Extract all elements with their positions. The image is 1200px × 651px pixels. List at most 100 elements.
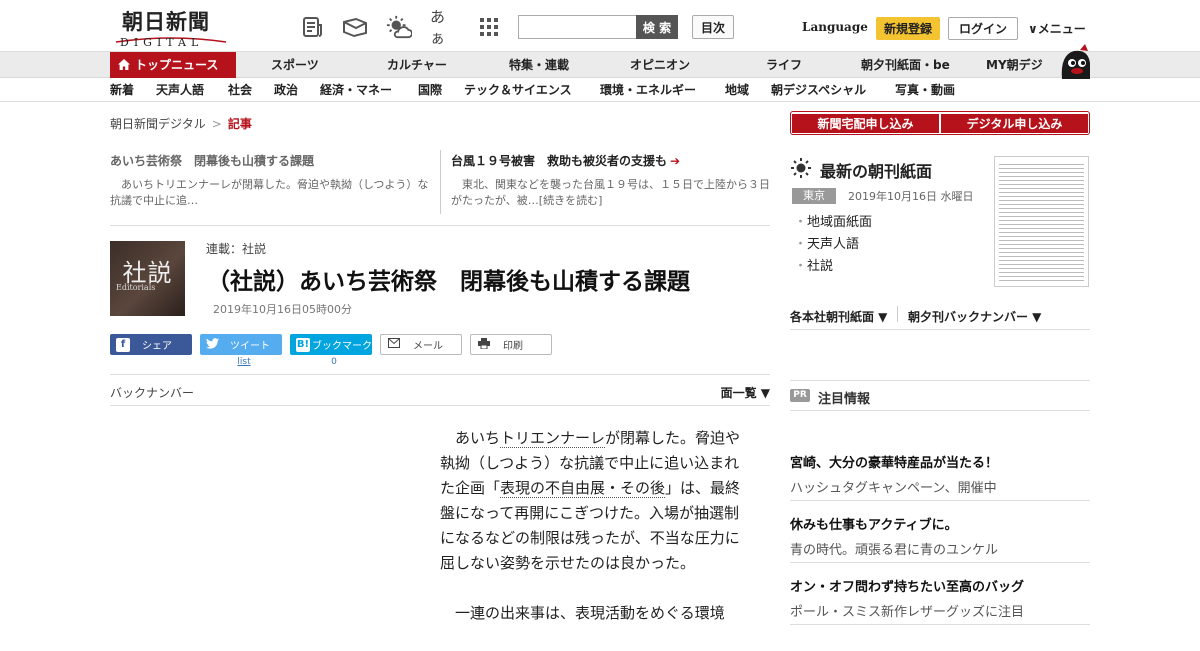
breadcrumb-current: 記事 <box>227 117 252 131</box>
login-button[interactable]: ログイン <box>948 17 1018 40</box>
nav2-item[interactable]: 朝デジスペシャル <box>771 79 866 102</box>
sun-icon <box>791 158 811 178</box>
twitter-count[interactable]: list <box>224 357 264 367</box>
nav2-item[interactable]: テック＆サイエンス <box>464 79 572 102</box>
divider <box>790 380 1090 381</box>
backnumber-dropdown[interactable]: 朝夕刊バックナンバー ▼ <box>908 308 1041 325</box>
related-article[interactable]: あいち芸術祭 閉幕後も山積する課題 あいちトリエンナーレが閉幕した。脅迫や執拗（… <box>110 152 430 209</box>
newspaper-icon[interactable] <box>300 14 326 40</box>
search-input[interactable] <box>518 15 636 39</box>
related-summary: あいちトリエンナーレが閉幕した。脅迫や執拗（しつよう）な抗議で中止に追… <box>110 178 429 207</box>
facebook-icon: f <box>116 337 130 352</box>
breadcrumb: 朝日新聞デジタル > 記事 <box>110 115 252 132</box>
facebook-share-button[interactable]: f シェア <box>110 334 192 355</box>
nav-item-sports[interactable]: スポーツ <box>271 52 319 78</box>
nav2-item[interactable]: 国際 <box>418 79 442 102</box>
related-title[interactable]: 台風１９号被害 救助も被災者の支援も ➔ <box>451 152 771 169</box>
pr-section-title: 注目情報 <box>818 392 871 407</box>
edition-link[interactable]: 社説 <box>794 256 872 278</box>
ad-title[interactable]: 宮崎、大分の豪華特産品が当たる！ <box>790 452 1090 471</box>
edition-date: 2019年10月16日 水曜日 <box>848 190 974 203</box>
primary-nav: トップニュース スポーツ カルチャー 特集・連載 オピニオン ライフ 朝夕刊紙面… <box>0 52 1200 78</box>
nav2-item[interactable]: 写真・動画 <box>895 79 955 102</box>
ad-item[interactable]: 休みも仕事もアクティブに。 青の時代。頑張る君に青のユンケル <box>790 514 1090 558</box>
weather-icon[interactable] <box>386 14 412 40</box>
grid-apps-icon[interactable] <box>476 14 502 40</box>
language-link[interactable]: Language <box>802 20 868 34</box>
nav2-item[interactable]: 経済・マネー <box>320 79 392 102</box>
twitter-icon <box>206 337 219 352</box>
pr-badge: PR <box>790 389 810 402</box>
article-title: （社説）あいち芸術祭 閉幕後も山積する課題 <box>207 269 690 295</box>
nav2-item[interactable]: 新着 <box>110 79 134 102</box>
nav-item-life[interactable]: ライフ <box>766 52 802 78</box>
nav-item-top-news[interactable]: トップニュース <box>110 52 236 78</box>
ad-title[interactable]: 休みも仕事もアクティブに。 <box>790 514 1090 533</box>
home-icon <box>118 53 130 79</box>
arrow-right-icon: ➔ <box>670 154 681 168</box>
nav2-item[interactable]: 天声人語 <box>156 79 204 102</box>
newspaper-thumbnail[interactable] <box>994 156 1089 287</box>
exhibition-link[interactable]: 表現の不自由展・その後 <box>500 479 666 498</box>
hatena-count[interactable]: 0 <box>314 357 354 367</box>
nav-item-label: トップニュース <box>135 58 219 72</box>
divider <box>790 410 1090 411</box>
related-title[interactable]: あいち芸術祭 閉幕後も山積する課題 <box>110 152 430 169</box>
mail-magazine-icon[interactable] <box>342 14 368 40</box>
asahi-digital-logo[interactable]: 朝日新聞 DIGITAL <box>112 6 230 49</box>
breadcrumb-separator: > <box>211 117 222 131</box>
article-paragraph: あいちトリエンナーレが閉幕した。脅迫や執拗（しつよう）な抗議で中止に追い込まれた… <box>440 429 741 572</box>
digital-subscribe-button[interactable]: デジタル申し込み <box>941 114 1088 133</box>
list-view-dropdown[interactable]: 面一覧 ▼ <box>721 384 770 401</box>
editorial-thumbnail: 社説 Editorials <box>110 241 185 316</box>
print-button[interactable]: 印刷 <box>470 334 552 355</box>
related-summary: 東北、関東などを襲った台風１９号は、１５日で上陸から３日がたったが、被…[続きを… <box>451 178 770 207</box>
search-button[interactable]: 検 索 <box>636 15 678 39</box>
morning-edition-title[interactable]: 最新の朝刊紙面 <box>820 158 932 182</box>
nav2-item[interactable]: 環境・エネルギー <box>600 79 696 102</box>
nav2-item[interactable]: 地域 <box>725 79 749 102</box>
hatena-bookmark-button[interactable]: B! ブックマーク <box>290 334 372 355</box>
region-badge: 東京 <box>792 188 836 204</box>
divider <box>790 329 1090 330</box>
print-icon <box>477 337 491 352</box>
nav-item-opinion[interactable]: オピニオン <box>630 52 690 78</box>
logo-subtitle: DIGITAL <box>120 36 204 49</box>
ad-item[interactable]: 宮崎、大分の豪華特産品が当たる！ ハッシュタグキャンペーン、開催中 <box>790 452 1090 496</box>
regional-papers-dropdown[interactable]: 各本社朝刊紙面 ▼ <box>790 308 887 325</box>
article-date: 2019年10月16日05時00分 <box>213 303 352 316</box>
trienale-link[interactable]: トリエンナーレ <box>500 429 606 448</box>
nav-item-my-asadigi[interactable]: MY朝デジ <box>986 52 1043 78</box>
breadcrumb-home[interactable]: 朝日新聞デジタル <box>110 117 206 131</box>
mail-share-button[interactable]: メール <box>380 334 462 355</box>
twitter-share-button[interactable]: ツイート <box>200 334 282 355</box>
ad-subtitle: ポール・スミス新作レザーグッズに注目 <box>790 605 1025 620</box>
nav2-item[interactable]: 政治 <box>274 79 298 102</box>
subscription-buttons: 新聞宅配申し込み デジタル申し込み <box>790 111 1090 135</box>
nav-item-features[interactable]: 特集・連載 <box>509 52 569 78</box>
register-button[interactable]: 新規登録 <box>876 17 940 40</box>
nav2-item[interactable]: 社会 <box>228 79 252 102</box>
contents-button[interactable]: 目次 <box>692 15 734 39</box>
edition-link[interactable]: 地域面紙面 <box>794 212 872 234</box>
serial-label[interactable]: 連載：社説 <box>206 240 266 257</box>
backnumber-link[interactable]: バックナンバー <box>110 384 194 401</box>
edition-link[interactable]: 天声人語 <box>794 234 872 256</box>
related-article[interactable]: 台風１９号被害 救助も被災者の支援も ➔ 東北、関東などを襲った台風１９号は、１５… <box>451 152 771 209</box>
divider <box>440 150 441 214</box>
divider <box>790 562 1090 563</box>
nav-item-paper[interactable]: 朝夕刊紙面・be <box>861 52 950 78</box>
text-size-icon[interactable]: あぁ <box>430 8 456 47</box>
thumbnail-caption: Editorials <box>116 283 156 292</box>
menu-button[interactable]: ∨メニュー <box>1028 20 1086 37</box>
ad-item[interactable]: オン・オフ問わず持ちたい至高のバッグ ポール・スミス新作レザーグッズに注目 <box>790 576 1090 620</box>
ad-title[interactable]: オン・オフ問わず持ちたい至高のバッグ <box>790 576 1090 595</box>
nav-item-culture[interactable]: カルチャー <box>387 52 447 78</box>
logo-wordmark: 朝日新聞 <box>122 9 210 34</box>
divider <box>897 306 898 322</box>
ad-subtitle: 青の時代。頑張る君に青のユンケル <box>790 543 999 558</box>
divider <box>790 624 1090 625</box>
mascot-icon[interactable] <box>1058 43 1092 79</box>
paper-subscribe-button[interactable]: 新聞宅配申し込み <box>792 114 939 133</box>
related-articles: あいち芸術祭 閉幕後も山積する課題 あいちトリエンナーレが閉幕した。脅迫や執拗（… <box>110 148 770 226</box>
